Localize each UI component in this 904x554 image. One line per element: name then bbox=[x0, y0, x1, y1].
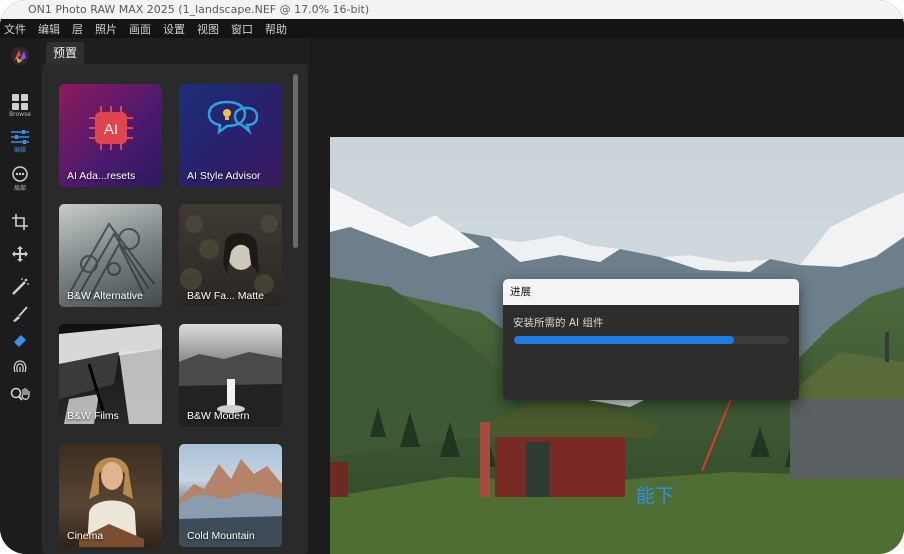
preset-tile-cinema[interactable]: Cinema bbox=[59, 444, 162, 547]
preset-tile-bw-faded-matte[interactable]: B&W Fa... Matte bbox=[179, 204, 282, 307]
presets-grid: AI AI Ada...resets AI Style Advisor B&W … bbox=[42, 64, 308, 554]
mask-tool[interactable] bbox=[0, 358, 40, 374]
crop-icon bbox=[12, 214, 28, 230]
preset-tile-label: B&W Films bbox=[67, 410, 119, 422]
menu-help[interactable]: 帮助 bbox=[265, 21, 287, 37]
app-window: ON1 Photo RAW MAX 2025 (1_landscape.NEF … bbox=[0, 0, 904, 554]
menu-view[interactable]: 视图 bbox=[197, 21, 219, 37]
progress-bar bbox=[514, 336, 789, 344]
preset-tile-label: Cinema bbox=[67, 530, 104, 542]
window-title: ON1 Photo RAW MAX 2025 (1_landscape.NEF … bbox=[28, 3, 370, 16]
tool-strip: Browse 编辑 局部 bbox=[0, 38, 40, 554]
app-logo-icon bbox=[11, 47, 29, 65]
preset-tile-bw-films[interactable]: B&W Films bbox=[59, 324, 162, 427]
preset-tile-ai-adaptive[interactable]: AI AI Ada...resets bbox=[59, 84, 162, 187]
preset-tile-ai-style-advisor[interactable]: AI Style Advisor bbox=[179, 84, 282, 187]
zoom-hand-icon bbox=[10, 387, 30, 401]
retouch-tool[interactable] bbox=[0, 278, 40, 296]
preset-tile-label: B&W Modern bbox=[187, 410, 250, 422]
local-tool-label: 局部 bbox=[13, 185, 26, 192]
edit-tool-label: 编辑 bbox=[13, 147, 26, 154]
magic-wand-icon bbox=[12, 278, 29, 295]
menu-file[interactable]: 文件 bbox=[4, 21, 26, 37]
presets-tab[interactable]: 预置 bbox=[46, 42, 85, 64]
progress-dialog: 进展 安装所需的 AI 组件 bbox=[503, 279, 799, 400]
menu-photo[interactable]: 照片 bbox=[95, 21, 117, 37]
move-icon bbox=[12, 246, 28, 262]
menu-bar: 文件 编辑 层 照片 画面 设置 视图 窗口 帮助 bbox=[0, 19, 904, 38]
browse-tool[interactable]: Browse bbox=[0, 94, 40, 118]
preset-tile-cold-mountain[interactable]: Cold Mountain bbox=[179, 444, 282, 547]
eraser-icon bbox=[14, 335, 26, 347]
local-tool[interactable]: 局部 bbox=[0, 166, 40, 192]
sliders-icon bbox=[11, 130, 29, 144]
presets-scrollbar[interactable] bbox=[293, 74, 298, 248]
svg-text:AI: AI bbox=[104, 121, 118, 138]
progress-message: 安装所需的 AI 组件 bbox=[513, 317, 604, 329]
dialog-title: 进展 bbox=[503, 279, 799, 305]
title-bar: ON1 Photo RAW MAX 2025 (1_landscape.NEF … bbox=[0, 0, 904, 19]
menu-canvas[interactable]: 画面 bbox=[129, 21, 151, 37]
grid-icon bbox=[12, 94, 28, 110]
preset-tile-label: B&W Fa... Matte bbox=[187, 290, 265, 302]
preset-tile-bw-alternative[interactable]: B&W Alternative bbox=[59, 204, 162, 307]
local-adjust-icon bbox=[12, 166, 28, 182]
preset-tile-label: AI Ada...resets bbox=[67, 170, 136, 182]
menu-settings[interactable]: 设置 bbox=[163, 21, 185, 37]
preset-tile-bw-modern[interactable]: B&W Modern bbox=[179, 324, 282, 427]
preset-tile-label: B&W Alternative bbox=[67, 290, 143, 302]
presets-panel: 预置 AI AI Ada...resets AI Style Advisor B… bbox=[40, 38, 310, 554]
menu-layer[interactable]: 层 bbox=[72, 21, 83, 37]
brush-tool[interactable] bbox=[0, 306, 40, 322]
eraser-tool[interactable] bbox=[0, 332, 40, 348]
transform-tool[interactable] bbox=[0, 246, 40, 262]
menu-edit[interactable]: 编辑 bbox=[38, 21, 60, 37]
crop-tool[interactable] bbox=[0, 214, 40, 230]
brush-icon bbox=[13, 306, 28, 322]
browse-tool-label: Browse bbox=[9, 111, 31, 118]
annotation-text: 能下 bbox=[636, 485, 675, 507]
progress-bar-fill bbox=[514, 336, 734, 344]
menu-window[interactable]: 窗口 bbox=[231, 21, 253, 37]
preset-tile-label: AI Style Advisor bbox=[187, 170, 261, 182]
preset-tile-label: Cold Mountain bbox=[187, 530, 255, 542]
zoom-pan-tool[interactable] bbox=[0, 386, 40, 402]
edit-tool[interactable]: 编辑 bbox=[0, 130, 40, 154]
fingerprint-icon bbox=[13, 360, 27, 373]
